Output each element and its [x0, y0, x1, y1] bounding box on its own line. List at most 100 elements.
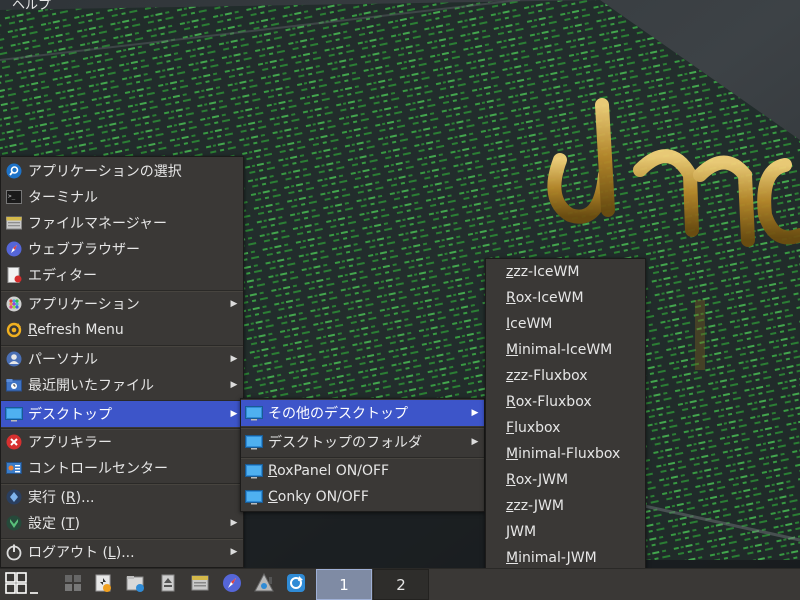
- menu-item-rox-icewm[interactable]: Rox-IceWM: [486, 285, 645, 311]
- desktop-icon: [245, 488, 263, 506]
- menu-item-zzz-fluxbox[interactable]: z zz-Fluxbox: [486, 363, 645, 389]
- tool-launcher[interactable]: [251, 572, 277, 598]
- menu-item-label: アプリキラー: [28, 435, 112, 451]
- app-killer-icon: [5, 433, 23, 451]
- installer-button[interactable]: [90, 572, 116, 598]
- menu-item-app-finder[interactable]: アプリケーションの選択: [1, 158, 243, 184]
- personal-icon: [5, 350, 23, 368]
- menu-item-label: Refresh Menu: [28, 322, 124, 338]
- menu-item-recent-files[interactable]: 最近開いたファイル ▶: [1, 372, 243, 398]
- logout-icon: [5, 543, 23, 561]
- update-launcher[interactable]: [283, 572, 309, 598]
- settings-icon: [5, 514, 23, 532]
- file-manager-launcher[interactable]: [122, 572, 148, 598]
- menu-item-label: ファイルマネージャー: [28, 216, 168, 232]
- web-browser-icon: [5, 240, 23, 258]
- terminal-icon: >_: [5, 188, 23, 206]
- start-menu-button[interactable]: [2, 572, 42, 598]
- menu-icon: [4, 571, 40, 599]
- eject-button[interactable]: [155, 572, 181, 598]
- menu-item-icewm[interactable]: IceWM: [486, 311, 645, 337]
- file-manager-icon: [5, 214, 23, 232]
- menu-item-zzz-icewm[interactable]: z zz-IceWM: [486, 259, 645, 285]
- menu-item-personal[interactable]: パーソナル ▶: [1, 346, 243, 372]
- taskbar: 1 2: [0, 568, 800, 600]
- menu-item-rox-jwm[interactable]: Rox-JWM: [486, 467, 645, 493]
- menu-item-logout[interactable]: ログアウト (L)... ▶: [1, 539, 243, 565]
- menu-item-label: アプリケーション: [28, 297, 140, 313]
- menu-item-label: その他のデスクトップ: [268, 406, 408, 422]
- refresh-icon: [5, 321, 23, 339]
- menu-item-label: コントロールセンター: [28, 461, 168, 477]
- app-finder-icon: [5, 162, 23, 180]
- submenu-arrow-icon: ▶: [230, 380, 238, 390]
- recent-files-icon: [5, 376, 23, 394]
- menu-item-minimal-fluxbox[interactable]: Minimal-Fluxbox: [486, 441, 645, 467]
- applications-icon: [5, 295, 23, 313]
- menu-item-desktop-folder[interactable]: デスクトップのフォルダ ▶: [241, 429, 484, 455]
- show-desktop-button[interactable]: [60, 572, 86, 598]
- menu-item-jwm[interactable]: J WM: [486, 519, 645, 545]
- desktop-icon: [245, 462, 263, 480]
- tool-icon: [253, 572, 275, 597]
- desktop-icon: [245, 433, 263, 451]
- archive-button[interactable]: [187, 572, 213, 598]
- workspace-2-button[interactable]: 2: [373, 569, 429, 600]
- menu-item-terminal[interactable]: >_ ターミナル: [1, 184, 243, 210]
- eject-icon: [158, 573, 178, 597]
- menu-item-refresh-menu[interactable]: Refresh Menu: [1, 317, 243, 343]
- menu-item-conky-toggle[interactable]: Conky ON/OFF: [241, 484, 484, 510]
- menu-item-label: エディター: [28, 268, 98, 284]
- web-browser-icon: [222, 573, 242, 597]
- menu-item-applications[interactable]: アプリケーション ▶: [1, 291, 243, 317]
- archive-icon: [190, 573, 210, 597]
- show-desktop-icon: [63, 573, 83, 597]
- web-browser-launcher[interactable]: [219, 572, 245, 598]
- submenu-arrow-icon: ▶: [471, 408, 479, 418]
- menu-item-label: ターミナル: [28, 190, 98, 206]
- menu-item-desktop[interactable]: デスクトップ ▶: [1, 401, 243, 427]
- control-center-icon: [5, 459, 23, 477]
- submenu-arrow-icon: ▶: [230, 518, 238, 528]
- menu-item-zzz-jwm[interactable]: z zz-JWM: [486, 493, 645, 519]
- help-menu-label[interactable]: ヘルプ: [12, 0, 51, 13]
- menu-item-label: 最近開いたファイル: [28, 378, 154, 394]
- file-manager-icon: [125, 573, 145, 597]
- desktop-submenu: その他のデスクトップ ▶ デスクトップのフォルダ ▶ RoxPanel ON/O…: [240, 398, 485, 512]
- menu-item-label: ウェブブラウザー: [28, 242, 140, 258]
- menu-item-file-manager[interactable]: ファイルマネージャー: [1, 210, 243, 236]
- run-icon: [5, 488, 23, 506]
- menu-item-label: 実行 (R)...: [28, 490, 95, 506]
- menu-item-label: Conky ON/OFF: [268, 489, 369, 505]
- menu-item-fluxbox[interactable]: Fluxbox: [486, 415, 645, 441]
- menu-item-web-browser[interactable]: ウェブブラウザー: [1, 236, 243, 262]
- main-menu: アプリケーションの選択 >_ ターミナル ファイルマネージャー ウェブブラウザー…: [0, 156, 244, 568]
- submenu-arrow-icon: ▶: [230, 299, 238, 309]
- workspace-1-button[interactable]: 1: [316, 569, 372, 600]
- menu-item-app-killer[interactable]: アプリキラー: [1, 429, 243, 455]
- menu-item-other-desktops[interactable]: その他のデスクトップ ▶: [241, 400, 484, 426]
- text-editor-icon: [5, 266, 23, 284]
- menu-item-label: パーソナル: [28, 352, 98, 368]
- svg-text:>_: >_: [8, 193, 16, 200]
- desktop-icon: [245, 404, 263, 422]
- menu-item-label: デスクトップ: [28, 407, 112, 423]
- menu-item-label: 設定 (T): [28, 516, 80, 532]
- submenu-arrow-icon: ▶: [230, 354, 238, 364]
- submenu-arrow-icon: ▶: [230, 547, 238, 557]
- desktop-icon: [5, 405, 23, 423]
- menu-item-control-center[interactable]: コントロールセンター: [1, 455, 243, 481]
- menu-item-label: RoxPanel ON/OFF: [268, 463, 390, 479]
- menu-item-label: ログアウト (L)...: [28, 545, 135, 561]
- menu-item-label: アプリケーションの選択: [28, 164, 182, 180]
- menu-item-label: デスクトップのフォルダ: [268, 435, 422, 451]
- other-desktops-submenu: z zz-IceWM Rox-IceWM IceWM Minimal-IceWM …: [485, 258, 646, 570]
- menu-item-minimal-icewm[interactable]: Minimal-IceWM: [486, 337, 645, 363]
- installer-icon: [93, 573, 113, 597]
- menu-item-run[interactable]: 実行 (R)...: [1, 484, 243, 510]
- menu-item-roxpanel-toggle[interactable]: RoxPanel ON/OFF: [241, 458, 484, 484]
- update-icon: [286, 573, 306, 597]
- menu-item-rox-fluxbox[interactable]: Rox-Fluxbox: [486, 389, 645, 415]
- menu-item-editor[interactable]: エディター: [1, 262, 243, 288]
- menu-item-settings[interactable]: 設定 (T) ▶: [1, 510, 243, 536]
